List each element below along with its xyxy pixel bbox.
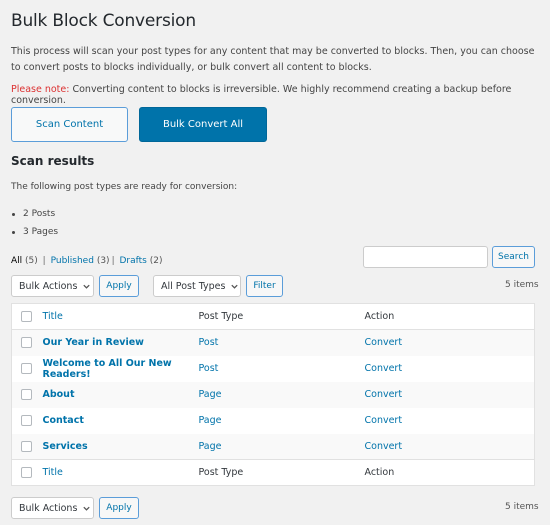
apply-button-bottom[interactable]: Apply [99, 497, 139, 519]
conversion-warning: Please note: Converting content to block… [11, 84, 550, 106]
table-header-row: Title Post Type Action [11, 303, 535, 330]
post-type-summary-item: 2 Posts [11, 205, 58, 223]
row-convert-link[interactable]: Convert [365, 389, 403, 400]
note-label: Please note: [11, 84, 70, 95]
row-checkbox[interactable] [21, 415, 32, 426]
scan-results-heading: Scan results [11, 154, 95, 168]
row-post-type-link[interactable]: Post [199, 337, 219, 348]
row-title-link[interactable]: About [43, 389, 75, 400]
row-post-type-link[interactable]: Post [199, 363, 219, 374]
row-post-type-link[interactable]: Page [199, 389, 222, 400]
chevron-down-icon [83, 506, 91, 511]
table-footer-row: Title Post Type Action [11, 459, 535, 486]
apply-button-top[interactable]: Apply [99, 275, 139, 297]
status-filter-links: All (5) | Published (3) | Drafts (2) [11, 256, 162, 266]
title-column-sort-link[interactable]: Title [43, 311, 63, 322]
row-checkbox[interactable] [21, 389, 32, 400]
view-published-count: (3) [96, 256, 110, 266]
search-input[interactable] [363, 246, 488, 268]
view-all-link[interactable]: All [11, 256, 22, 266]
search-button[interactable]: Search [492, 246, 535, 268]
post-type-summary-list: 2 Posts 3 Pages [11, 205, 58, 241]
bulk-actions-select-top[interactable]: Bulk Actions [11, 275, 94, 297]
page-title: Bulk Block Conversion [11, 11, 196, 31]
view-published-link[interactable]: Published [51, 256, 94, 266]
chevron-down-icon [83, 284, 91, 289]
action-column-header: Action [364, 303, 535, 330]
table-row: Our Year in Review Post Convert [11, 329, 535, 356]
scan-content-button[interactable]: Scan Content [11, 107, 128, 142]
row-post-type-link[interactable]: Page [199, 415, 222, 426]
table-row: Welcome to All Our New Readers! Post Con… [11, 355, 535, 382]
view-all-count: (5) [25, 256, 38, 266]
select-all-checkbox[interactable] [21, 311, 32, 322]
separator: | [42, 256, 46, 266]
row-title-link[interactable]: Services [43, 441, 88, 452]
row-checkbox[interactable] [21, 363, 32, 374]
note-text: Converting content to blocks is irrevers… [11, 84, 512, 106]
row-title-link[interactable]: Our Year in Review [43, 337, 144, 348]
row-convert-link[interactable]: Convert [365, 337, 403, 348]
separator: | [111, 256, 115, 266]
action-column-footer: Action [364, 459, 535, 486]
row-convert-link[interactable]: Convert [365, 415, 403, 426]
ready-text: The following post types are ready for c… [11, 182, 238, 192]
post-type-filter-select[interactable]: All Post Types [153, 275, 241, 297]
chevron-down-icon [231, 284, 239, 289]
items-count-bottom: 5 items [505, 502, 539, 512]
row-convert-link[interactable]: Convert [365, 441, 403, 452]
items-count-top: 5 items [505, 280, 539, 290]
view-drafts-count: (2) [149, 256, 163, 266]
table-row: About Page Convert [11, 381, 535, 408]
row-title-link[interactable]: Contact [43, 415, 84, 426]
view-drafts-link[interactable]: Drafts [119, 256, 146, 266]
row-checkbox[interactable] [21, 337, 32, 349]
row-title-link[interactable]: Welcome to All Our New Readers! [43, 358, 172, 380]
table-row: Services Page Convert [11, 433, 535, 460]
conversion-table: Title Post Type Action Our Year in Revie… [11, 303, 535, 486]
title-column-sort-link-footer[interactable]: Title [43, 467, 63, 478]
intro-text: This process will scan your post types f… [11, 46, 535, 73]
select-all-checkbox-footer[interactable] [21, 467, 32, 478]
post-type-summary-item: 3 Pages [11, 223, 58, 241]
table-row: Contact Page Convert [11, 407, 535, 434]
row-checkbox[interactable] [21, 440, 32, 452]
filter-button[interactable]: Filter [246, 275, 283, 297]
post-type-column-footer: Post Type [198, 459, 365, 486]
bulk-actions-select-bottom[interactable]: Bulk Actions [11, 497, 94, 519]
bulk-convert-all-button[interactable]: Bulk Convert All [139, 107, 267, 142]
post-type-column-header: Post Type [198, 303, 365, 330]
row-convert-link[interactable]: Convert [365, 363, 403, 374]
row-post-type-link[interactable]: Page [199, 441, 222, 452]
